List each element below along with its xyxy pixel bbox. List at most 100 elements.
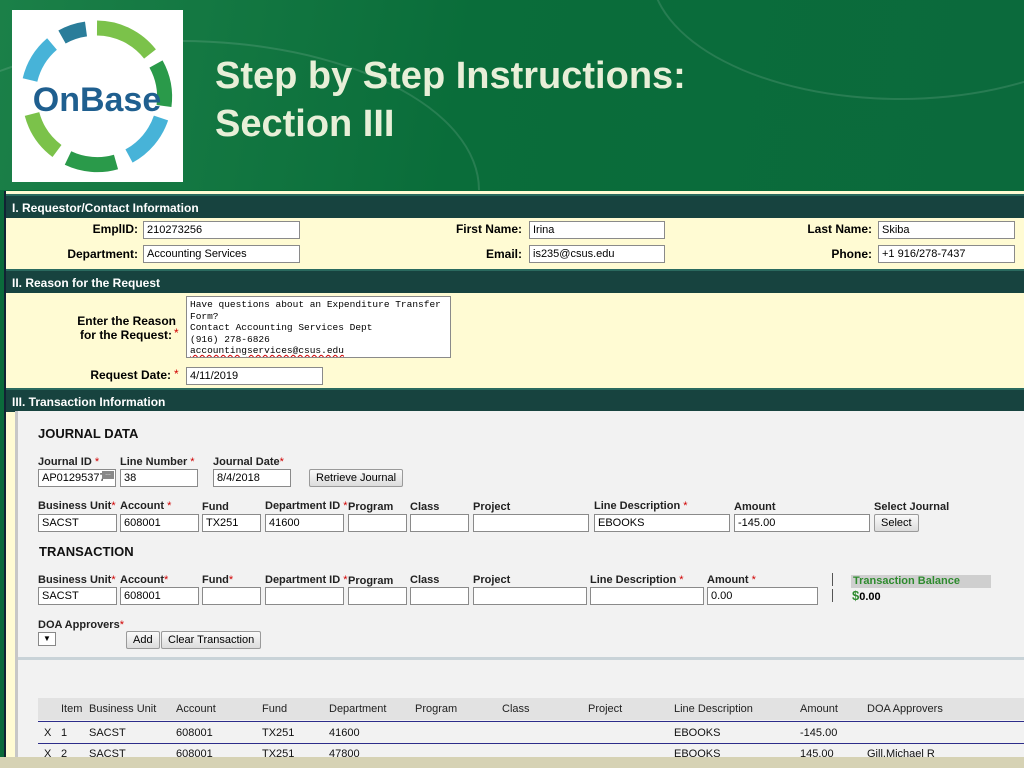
journal-amount-label: Amount [734,501,776,513]
onbase-logo-icon: OnBase [22,20,173,173]
emplid-field[interactable]: 210273256 [143,221,300,239]
row-item: 1 [61,727,68,739]
txn-line-description-label: Line Description * [590,574,684,586]
txn-class-field[interactable] [410,587,469,605]
journal-account-field[interactable]: 608001 [120,514,199,532]
retrieve-journal-button[interactable]: Retrieve Journal [309,469,404,487]
first-name-label: First Name: [455,222,522,236]
delete-row-button[interactable]: X [44,727,51,739]
email-field[interactable]: is235@csus.edu [529,245,665,263]
row-fund: TX251 [262,748,295,757]
journal-class-label: Class [410,501,440,513]
row-account: 608001 [176,748,213,757]
onbase-logo: OnBase [12,10,183,182]
row-account: 608001 [176,727,213,739]
section-2-header: II. Reason for the Request [6,269,1024,293]
row-doa-approvers: Gill,Michael R [867,748,935,757]
col-account: Account [176,703,216,715]
slide-title-line-2: Section III [215,103,395,145]
journal-account-label: Account * [120,500,172,512]
journal-id-label: Journal ID * [38,456,100,468]
reason-text: Have questions about an Expenditure Tran… [190,299,441,345]
bottom-strip [0,757,1024,768]
department-field[interactable]: Accounting Services [143,245,300,263]
reason-label-line-1: Enter the Reason [77,314,176,328]
transactions-table-header: Item Business Unit Account Fund Departme… [38,698,1024,720]
first-name-field[interactable]: Irina [529,221,665,239]
request-date-label: Request Date: [90,368,171,382]
section-1-header: I. Requestor/Contact Information [6,194,1024,218]
journal-fund-label: Fund [202,501,229,513]
row-fund: TX251 [262,727,295,739]
txn-fund-field[interactable] [202,587,261,605]
txn-account-label: Account* [120,574,169,586]
last-name-field[interactable]: Skiba [878,221,1015,239]
txn-program-label: Program [348,575,394,587]
row-item: 2 [61,748,68,757]
txn-account-field[interactable]: 608001 [120,587,199,605]
journal-line-description-field[interactable]: EBOOKS [594,514,730,532]
row-line-description: EBOOKS [674,727,721,739]
col-fund: Fund [262,703,288,715]
last-name-label: Last Name: [807,222,872,236]
doa-approvers-select[interactable]: ▼ [38,632,56,646]
journal-department-id-field[interactable]: 41600 [265,514,344,532]
journal-amount-field[interactable]: -145.00 [734,514,870,532]
section-3-header: III. Transaction Information [6,388,1024,412]
col-program: Program [415,703,458,715]
emplid-label: EmplID: [92,222,138,236]
txn-department-id-field[interactable] [265,587,344,605]
row-amount: 145.00 [800,748,834,757]
balance-divider [832,589,833,602]
date-required-mark: * [174,367,179,381]
journal-program-label: Program [348,501,394,513]
phone-field[interactable]: +1 916/278-7437 [878,245,1015,263]
add-button[interactable]: Add [126,631,160,649]
doa-approvers-label: DOA Approvers* [38,619,124,631]
journal-lookup-icon[interactable]: … [102,471,114,479]
col-amount: Amount [800,703,838,715]
col-class: Class [502,703,530,715]
txn-project-label: Project [473,574,511,586]
logo-wordmark: OnBase [33,81,162,119]
journal-business-unit-field[interactable]: SACST [38,514,117,532]
txn-project-field[interactable] [473,587,587,605]
journal-data-heading: JOURNAL DATA [38,426,139,441]
journal-date-field[interactable]: 8/4/2018 [213,469,291,487]
request-date-field[interactable]: 4/11/2019 [186,367,323,385]
journal-project-label: Project [473,501,511,513]
txn-fund-label: Fund* [202,574,234,586]
txn-amount-field[interactable]: 0.00 [707,587,818,605]
txn-amount-label: Amount * [707,574,756,586]
select-journal-button[interactable]: Select [874,514,919,532]
txn-program-field[interactable] [348,587,407,605]
col-line-description: Line Description [674,703,753,715]
journal-date-label: Journal Date* [213,456,284,468]
balance-divider [832,573,833,586]
col-department: Department [329,703,387,715]
journal-department-id-label: Department ID * [265,500,348,512]
department-label: Department: [67,247,138,261]
txn-business-unit-label: Business Unit* [38,574,116,586]
reason-label-line-2: for the Request: [79,328,172,342]
txn-line-description-field[interactable] [590,587,704,605]
col-project: Project [588,703,623,715]
journal-program-field[interactable] [348,514,407,532]
row-business-unit: SACST [89,748,126,757]
journal-class-field[interactable] [410,514,469,532]
journal-project-field[interactable] [473,514,589,532]
clear-transaction-button[interactable]: Clear Transaction [161,631,262,649]
slide-title-line-1: Step by Step Instructions: [215,55,686,97]
reason-textarea[interactable]: Have questions about an Expenditure Tran… [186,296,451,358]
delete-row-button[interactable]: X [44,748,51,757]
request-form: I. Requestor/Contact Information EmplID:… [4,191,1024,757]
row-line-description: EBOOKS [674,748,721,757]
txn-business-unit-field[interactable]: SACST [38,587,117,605]
row-business-unit: SACST [89,727,126,739]
transaction-heading: TRANSACTION [39,544,134,559]
line-number-field[interactable]: 38 [120,469,198,487]
email-label: Email: [485,247,522,261]
reason-email-text: accountingservices@csus.edu [190,345,344,356]
phone-label: Phone: [831,247,872,261]
journal-fund-field[interactable]: TX251 [202,514,261,532]
